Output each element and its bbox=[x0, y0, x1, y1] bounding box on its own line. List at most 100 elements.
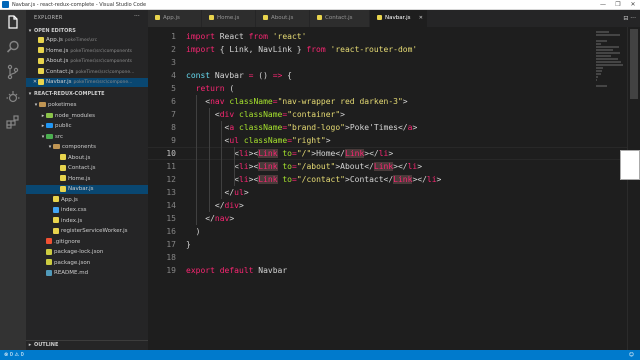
tree-item[interactable]: App.js bbox=[26, 196, 148, 205]
code-token: li bbox=[238, 175, 249, 184]
js-file-icon bbox=[209, 15, 214, 20]
tab-app[interactable]: App.js bbox=[148, 10, 202, 27]
code-token: li bbox=[238, 162, 249, 171]
tree-item[interactable]: ▾ poketimes bbox=[26, 101, 148, 110]
md-file-icon bbox=[46, 269, 52, 276]
minimize-button[interactable]: — bbox=[596, 0, 610, 10]
code-token: >Poke'Times</ bbox=[345, 123, 408, 132]
code-token: ></ bbox=[393, 162, 408, 171]
open-editor-name: Home.js bbox=[46, 47, 69, 54]
source-control-icon[interactable] bbox=[5, 64, 21, 80]
code-token: div bbox=[219, 110, 235, 119]
status-smiley-icon[interactable]: ☺ bbox=[629, 350, 634, 360]
tab-navbar[interactable]: Navbar.js ✕ bbox=[370, 10, 428, 27]
code-token: export bbox=[186, 266, 215, 275]
tree-item[interactable]: index.js bbox=[26, 217, 148, 226]
editor-actions[interactable]: ⊟ ··· bbox=[623, 10, 636, 27]
outline-section[interactable]: ▸ OUTLINE bbox=[26, 340, 148, 350]
tree-item[interactable]: package.json bbox=[26, 259, 148, 268]
code-token: </ bbox=[186, 214, 215, 223]
open-editor-item[interactable]: ✕Home.jspokeTimes\src\components bbox=[26, 47, 148, 56]
tree-item-name: index.css bbox=[61, 207, 87, 213]
code-token: >< bbox=[248, 149, 259, 158]
close-icon[interactable]: ✕ bbox=[419, 10, 423, 27]
code-token: ul bbox=[229, 136, 239, 145]
tree-item[interactable]: ▸ node_modules bbox=[26, 112, 148, 121]
tree-item[interactable]: .gitignore bbox=[26, 238, 148, 247]
activity-bar bbox=[0, 10, 26, 350]
code-editor[interactable]: 1 import React from 'react' 2 import { Link… bbox=[148, 27, 627, 350]
line-number: 5 bbox=[171, 84, 176, 93]
maximize-button[interactable]: ❐ bbox=[611, 0, 625, 10]
code-token: () bbox=[253, 71, 273, 80]
line-number: 14 bbox=[166, 201, 176, 210]
js-file-icon bbox=[38, 68, 44, 74]
tree-item[interactable]: ▸ public bbox=[26, 122, 148, 131]
code-token: 'react' bbox=[272, 32, 307, 41]
tree-item[interactable]: package-lock.json bbox=[26, 248, 148, 257]
code-token: "nav-wrapper red darken-3" bbox=[277, 97, 403, 106]
open-editors-section[interactable]: ▾ OPEN EDITORS bbox=[26, 27, 148, 36]
js-file-icon bbox=[60, 164, 66, 171]
tab-contact[interactable]: Contact.js bbox=[310, 10, 370, 27]
project-label: REACT-REDUX-COMPLETE bbox=[34, 91, 105, 97]
code-token: ( bbox=[224, 84, 235, 93]
scroll-thumb[interactable] bbox=[630, 29, 638, 99]
code-token: > bbox=[388, 149, 394, 158]
tree-item[interactable]: index.css bbox=[26, 206, 148, 215]
tree-item[interactable]: ▾ components bbox=[26, 143, 148, 152]
tree-item[interactable]: README.md bbox=[26, 269, 148, 278]
code-token: React bbox=[214, 32, 249, 41]
line-number: 11 bbox=[166, 162, 176, 171]
explorer-header: EXPLORER bbox=[34, 15, 63, 21]
vertical-scrollbar[interactable] bbox=[627, 27, 640, 350]
code-token: li bbox=[378, 149, 389, 158]
code-token: > bbox=[340, 110, 345, 119]
tab-label: About.js bbox=[271, 15, 294, 21]
css-file-icon bbox=[53, 206, 59, 213]
minimap-line bbox=[596, 67, 603, 69]
tree-item[interactable]: registerServiceWorker.js bbox=[26, 227, 148, 236]
indent-guide bbox=[234, 147, 235, 186]
search-icon[interactable] bbox=[5, 39, 21, 55]
tree-item[interactable]: Navbar.js bbox=[26, 185, 148, 194]
line-number: 8 bbox=[171, 123, 176, 132]
project-section[interactable]: ▾ REACT-REDUX-COMPLETE bbox=[26, 90, 148, 99]
status-remote-icon[interactable]: ⊗ 0 ⚠ 0 bbox=[4, 350, 24, 360]
debug-icon[interactable] bbox=[5, 89, 21, 105]
tab-home[interactable]: Home.js bbox=[202, 10, 256, 27]
tree-item[interactable]: Home.js bbox=[26, 175, 148, 184]
line-number: 3 bbox=[171, 58, 176, 67]
code-token: default bbox=[219, 266, 254, 275]
open-editor-name: About.js bbox=[46, 58, 69, 64]
tree-item[interactable]: Contact.js bbox=[26, 164, 148, 173]
more-actions-icon[interactable]: ··· bbox=[134, 13, 140, 20]
tree-item[interactable]: ▾ src bbox=[26, 133, 148, 142]
minimap-line bbox=[596, 43, 601, 45]
tab-label: App.js bbox=[163, 15, 180, 21]
open-editor-item[interactable]: ✕About.jspokeTimes\src\components bbox=[26, 57, 148, 66]
window-title: Navbar.js - react-redux-complete - Visua… bbox=[12, 2, 147, 8]
title-bar: Navbar.js - react-redux-complete - Visua… bbox=[0, 0, 640, 10]
open-editor-path: pokeTimes\src\components bbox=[70, 59, 132, 64]
tree-item[interactable]: About.js bbox=[26, 154, 148, 163]
code-line: ) bbox=[186, 225, 201, 238]
open-editor-path: pokeTimes\src bbox=[64, 38, 98, 43]
open-editor-item[interactable]: ✕ Navbar.js pokeTimes\src\compone... bbox=[26, 78, 148, 87]
files-icon[interactable] bbox=[5, 14, 21, 30]
minimap-line bbox=[596, 40, 607, 42]
status-bar: ⊗ 0 ⚠ 0 ☺ bbox=[0, 350, 640, 360]
code-token: nav bbox=[214, 214, 230, 223]
minimap-line bbox=[596, 52, 620, 54]
line-number: 12 bbox=[166, 175, 176, 184]
open-editor-item[interactable]: ✕App.jspokeTimes\src bbox=[26, 36, 148, 45]
close-window-button[interactable]: ✕ bbox=[626, 0, 640, 10]
minimap[interactable] bbox=[594, 27, 627, 99]
tab-about[interactable]: About.js bbox=[256, 10, 310, 27]
code-token: Link bbox=[373, 162, 394, 171]
open-editor-item[interactable]: ✕Contact.jspokeTimes\src\compone... bbox=[26, 68, 148, 77]
tree-item-name: App.js bbox=[61, 196, 78, 203]
extensions-icon[interactable] bbox=[5, 114, 21, 130]
line-number: 10 bbox=[166, 149, 176, 158]
